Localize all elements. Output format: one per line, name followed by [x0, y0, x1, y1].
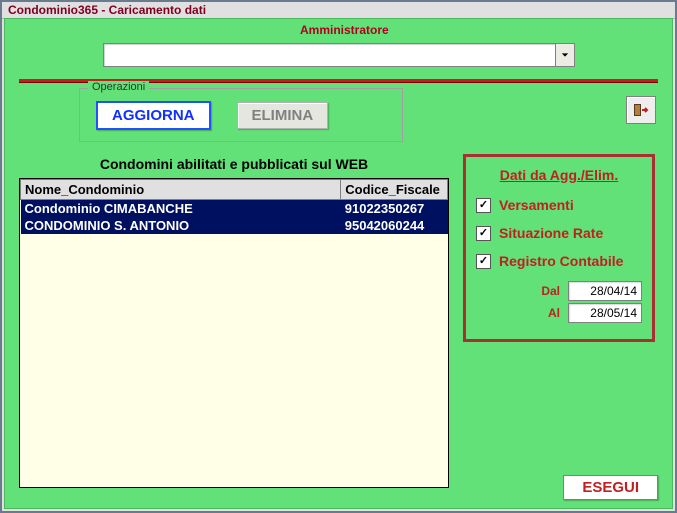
dati-box-title: Dati da Agg./Elim.: [476, 167, 642, 183]
table-row[interactable]: Condominio CIMABANCHE 91022350267: [21, 200, 448, 218]
dati-box: Dati da Agg./Elim. ✓ Versamenti ✓ Situaz…: [463, 154, 655, 342]
operations-row: Operazioni AGGIORNA ELIMINA: [5, 88, 672, 142]
esegui-button[interactable]: ESEGUI: [563, 475, 658, 500]
checkbox-versamenti[interactable]: ✓: [476, 198, 491, 213]
cell-name: CONDOMINIO S. ANTONIO: [21, 217, 341, 234]
exit-door-icon: [633, 103, 649, 117]
chevron-down-icon: [561, 51, 569, 59]
checkbox-label-versamenti: Versamenti: [499, 197, 574, 213]
left-column: Condomini abilitati e pubblicati sul WEB…: [19, 150, 449, 488]
checkbox-label-situazione: Situazione Rate: [499, 225, 603, 241]
admin-label: Amministratore: [300, 23, 389, 37]
checkbox-registro[interactable]: ✓: [476, 254, 491, 269]
date-input-dal[interactable]: 28/04/14: [568, 281, 642, 301]
operations-legend: Operazioni: [88, 81, 149, 93]
check-row-situazione[interactable]: ✓ Situazione Rate: [476, 225, 642, 241]
admin-select[interactable]: [103, 43, 575, 67]
table-row[interactable]: CONDOMINIO S. ANTONIO 95042060244: [21, 217, 448, 234]
checkbox-situazione[interactable]: ✓: [476, 226, 491, 241]
table-title: Condomini abilitati e pubblicati sul WEB: [19, 150, 449, 178]
date-row-dal: Dal 28/04/14: [476, 281, 642, 301]
admin-bar: Amministratore: [5, 19, 672, 73]
cell-cf: 95042060244: [341, 217, 448, 234]
main-row: Condomini abilitati e pubblicati sul WEB…: [5, 142, 672, 488]
col-header-name[interactable]: Nome_Condominio: [21, 180, 341, 200]
table-container: Nome_Condominio Codice_Fiscale Condomini…: [19, 178, 449, 488]
date-range: Dal 28/04/14 Al 28/05/14: [476, 281, 642, 323]
checkbox-label-registro: Registro Contabile: [499, 253, 623, 269]
window-titlebar: Condominio365 - Caricamento dati: [2, 2, 675, 19]
elimina-button[interactable]: ELIMINA: [237, 102, 329, 129]
check-row-versamenti[interactable]: ✓ Versamenti: [476, 197, 642, 213]
window-title: Condominio365 - Caricamento dati: [8, 3, 206, 17]
date-label-dal: Dal: [532, 284, 560, 298]
cell-name: Condominio CIMABANCHE: [21, 200, 341, 218]
check-row-registro[interactable]: ✓ Registro Contabile: [476, 253, 642, 269]
date-row-al: Al 28/05/14: [476, 303, 642, 323]
footer: ESEGUI: [563, 475, 658, 500]
app-window: Condominio365 - Caricamento dati Amminis…: [0, 0, 677, 513]
col-header-cf[interactable]: Codice_Fiscale: [341, 180, 448, 200]
condomini-table[interactable]: Nome_Condominio Codice_Fiscale Condomini…: [20, 179, 448, 234]
admin-select-dropdown-button[interactable]: [555, 44, 574, 66]
date-input-al[interactable]: 28/05/14: [568, 303, 642, 323]
aggiorna-button[interactable]: AGGIORNA: [96, 101, 211, 130]
admin-select-value[interactable]: [104, 44, 555, 66]
date-label-al: Al: [532, 306, 560, 320]
cell-cf: 91022350267: [341, 200, 448, 218]
operations-fieldset: Operazioni AGGIORNA ELIMINA: [79, 88, 403, 142]
client-area: Amministratore Operazioni AGGIORNA ELIMI…: [4, 18, 673, 509]
exit-button[interactable]: [626, 96, 656, 124]
